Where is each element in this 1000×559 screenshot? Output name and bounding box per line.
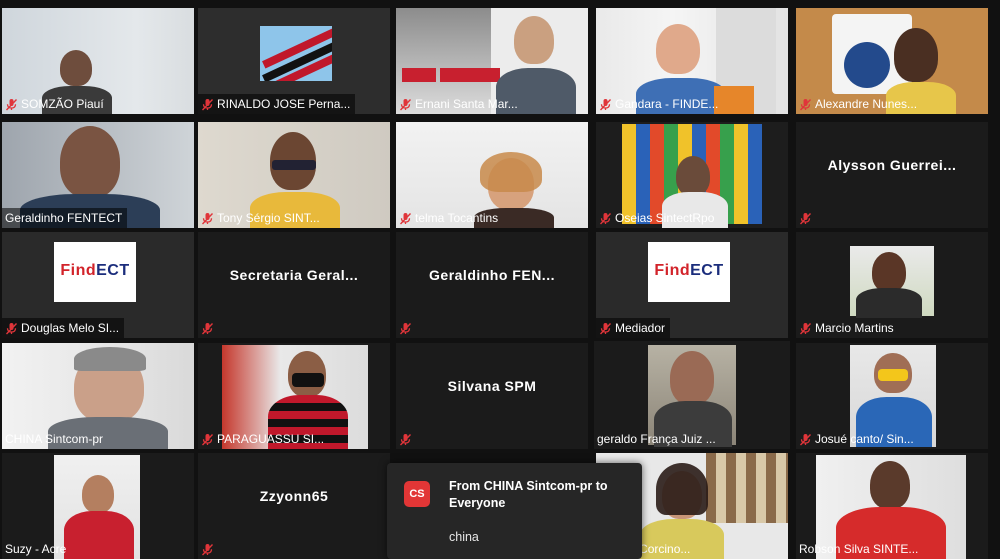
participant-name-display: Geraldinho FEN... [429,267,555,283]
participant-tile[interactable]: geraldo França Juiz ... [594,341,790,449]
participant-tile[interactable]: Tony Sérgio SINT... [198,122,390,228]
participant-tile[interactable]: telma Tocantins [396,122,588,228]
participant-tile[interactable]: Ernani Santa Mar... [396,8,588,114]
participant-tile[interactable]: Gandara - FINDE... [596,8,788,114]
participant-name-label: Ernani Santa Mar... [396,94,523,114]
participant-name-label [198,318,219,338]
participant-tile[interactable]: Suzy - Acre [2,453,194,559]
participant-name-label: Josué canto/ Sin... [796,429,919,449]
profile-picture [260,26,332,81]
mic-muted-icon [399,98,412,111]
participant-tile[interactable]: PARAGUASSU SI... [198,343,390,449]
mic-muted-icon [799,322,812,335]
participant-name-label [396,318,417,338]
mic-muted-icon [799,212,812,225]
mic-muted-icon [599,322,612,335]
chat-notification[interactable]: CS From CHINA Sintcom-pr to Everyone chi… [387,463,642,559]
participant-name-label: SOMZÃO Piauí [2,94,109,114]
participant-tile[interactable]: RINALDO JOSE Perna... [198,8,390,114]
participant-name-display: Secretaria Geral... [229,267,359,283]
participant-tile[interactable]: Geraldinho FENTECT [2,122,194,228]
participant-name-label: Geraldinho FENTECT [2,208,128,228]
participant-tile[interactable]: SOMZÃO Piauí [2,8,194,114]
participant-tile[interactable]: Josué canto/ Sin... [796,343,988,449]
mic-muted-icon [399,212,412,225]
participant-tile[interactable]: FindECT Mediador [596,232,788,338]
chat-sender-avatar: CS [404,481,430,507]
mic-muted-icon [201,322,214,335]
participant-tile[interactable]: Marcio Martins [796,232,988,338]
findect-logo: FindECT [54,242,136,302]
participant-tile[interactable]: Alexandre Nunes... [796,8,988,114]
video-gallery: SOMZÃO Piauí RINALDO JOSE Perna... Ernan… [0,0,1000,559]
participant-name-label: CHINA Sintcom-pr [5,432,104,446]
participant-name-label: Douglas Melo SI... [2,318,125,338]
participant-tile[interactable]: Secretaria Geral... [198,232,390,338]
mic-muted-icon [599,212,612,225]
mic-muted-icon [201,98,214,111]
participant-name-label [198,539,219,559]
mic-muted-icon [201,543,214,556]
participant-name-display: Silvana SPM [447,378,537,394]
participant-name-label [396,429,417,449]
mic-muted-icon [201,212,214,225]
mic-muted-icon [5,98,18,111]
participant-tile[interactable]: Alysson Guerrei... [796,122,988,228]
participant-name-label: Gandara - FINDE... [596,94,723,114]
mic-muted-icon [399,322,412,335]
chat-notification-header: From CHINA Sintcom-pr to Everyone [449,479,608,510]
participant-name-label: Oseias SintectRpo [596,208,719,228]
participant-name-label: Marcio Martins [796,318,899,338]
participant-name-label: Mediador [596,318,671,338]
findect-logo: FindECT [648,242,730,302]
participant-tile[interactable]: CHINA Sintcom-pr [2,343,194,449]
mic-muted-icon [799,433,812,446]
participant-tile[interactable]: Robson Silva SINTE... [796,453,988,559]
chat-notification-message: china [449,530,479,544]
participant-name-display: Alysson Guerrei... [827,157,957,173]
mic-muted-icon [599,98,612,111]
participant-tile[interactable]: Oseias SintectRpo [596,122,788,228]
participant-name-label: Alexandre Nunes... [796,94,922,114]
participant-name-label: PARAGUASSU SI... [198,429,329,449]
participant-name-label [796,208,817,228]
participant-tile[interactable]: Zzyonn65 [198,453,390,559]
participant-name-label: Tony Sérgio SINT... [198,208,325,228]
mic-muted-icon [5,322,18,335]
participant-name-label: telma Tocantins [396,208,503,228]
mic-muted-icon [799,98,812,111]
mic-muted-icon [399,433,412,446]
participant-name-label: Suzy - Acre [5,542,67,556]
participant-tile[interactable]: Geraldinho FEN... [396,232,588,338]
participant-name-display: Zzyonn65 [259,488,329,504]
participant-tile[interactable]: Silvana SPM [396,343,588,449]
participant-tile[interactable]: FindECT Douglas Melo SI... [2,232,194,338]
mic-muted-icon [201,433,214,446]
participant-name-label: Robson Silva SINTE... [799,542,919,556]
participant-name-label: geraldo França Juiz ... [597,432,716,446]
participant-name-label: RINALDO JOSE Perna... [198,94,356,114]
